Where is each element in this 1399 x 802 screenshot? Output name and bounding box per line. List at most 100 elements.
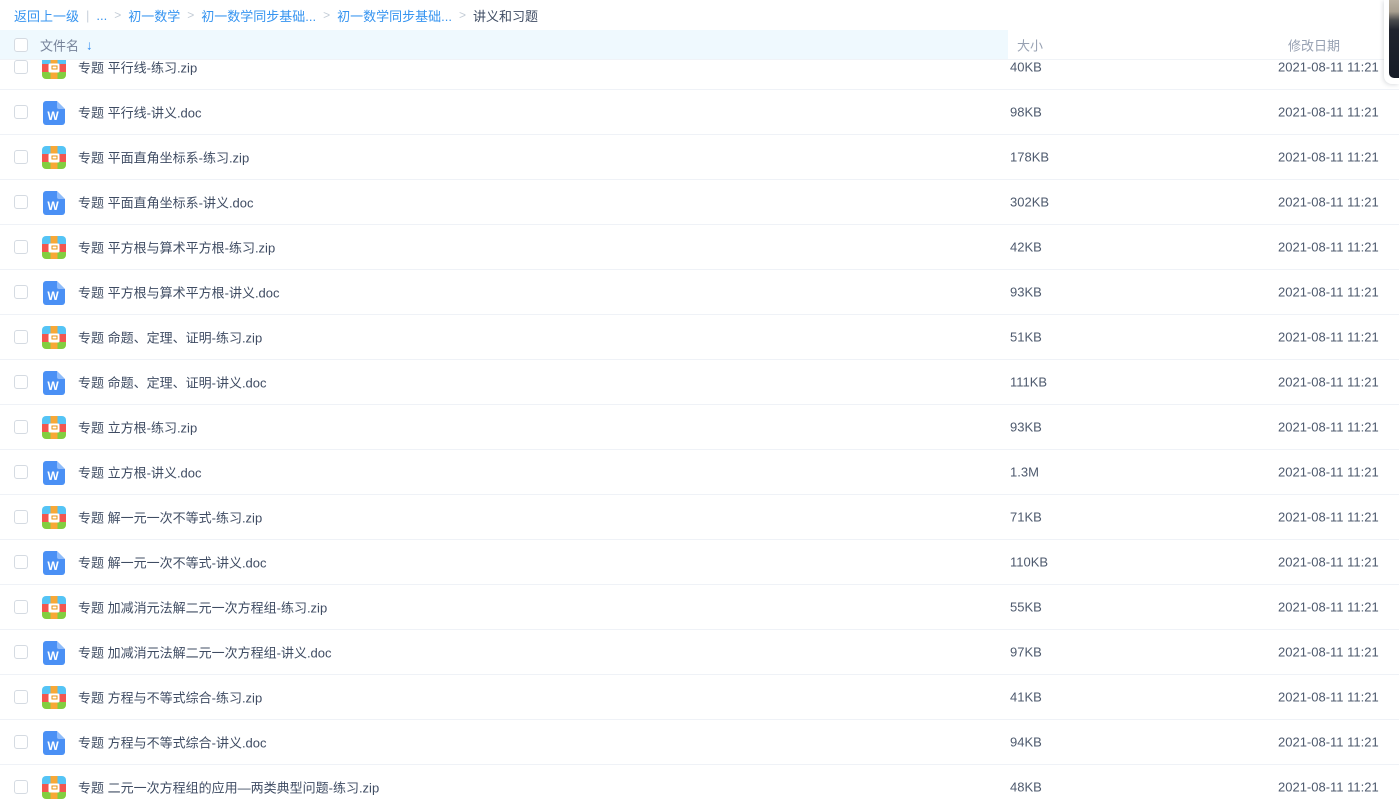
row-checkbox[interactable] xyxy=(14,105,28,119)
breadcrumb-link[interactable]: 初一数学 xyxy=(128,6,180,25)
column-header-size[interactable]: 大小 xyxy=(1017,35,1043,54)
file-list: 专题 平行线-练习.zip40KB2021-08-11 11:21W专题 平行线… xyxy=(0,45,1399,802)
row-checkbox[interactable] xyxy=(14,690,28,704)
file-date: 2021-08-11 11:21 xyxy=(1278,780,1379,795)
file-name[interactable]: 专题 平方根与算术平方根-练习.zip xyxy=(78,238,275,257)
row-checkbox[interactable] xyxy=(14,375,28,389)
row-checkbox[interactable] xyxy=(14,600,28,614)
file-name[interactable]: 专题 二元一次方程组的应用—两类典型问题-练习.zip xyxy=(78,778,379,797)
row-checkbox[interactable] xyxy=(14,420,28,434)
file-name[interactable]: 专题 加减消元法解二元一次方程组-讲义.doc xyxy=(78,643,332,662)
file-row[interactable]: W 专题 立方根-讲义.doc 1.3M 2021-08-11 11:21 xyxy=(0,450,1399,495)
doc-letter: W xyxy=(43,740,63,752)
row-checkbox[interactable] xyxy=(14,240,28,254)
breadcrumb-link[interactable]: 初一数学同步基础... xyxy=(201,6,316,25)
file-size: 93KB xyxy=(1010,420,1042,435)
file-name[interactable]: 专题 平行线-讲义.doc xyxy=(78,103,202,122)
file-name[interactable]: 专题 立方根-讲义.doc xyxy=(78,463,202,482)
file-name[interactable]: 专题 方程与不等式综合-练习.zip xyxy=(78,688,262,707)
file-row[interactable]: W 专题 命题、定理、证明-讲义.doc 111KB 2021-08-11 11:21 xyxy=(0,360,1399,405)
file-row[interactable]: 专题 加减消元法解二元一次方程组-练习.zip55KB2021-08-11 11… xyxy=(0,585,1399,630)
row-checkbox[interactable] xyxy=(14,60,28,74)
thumbnail-image xyxy=(1389,0,1399,78)
file-name[interactable]: 专题 平面直角坐标系-练习.zip xyxy=(78,148,249,167)
row-checkbox[interactable] xyxy=(14,285,28,299)
row-checkbox[interactable] xyxy=(14,150,28,164)
file-table-header: 文件名 ↓ 大小 修改日期 xyxy=(0,30,1399,60)
back-to-parent-link[interactable]: 返回上一级 xyxy=(14,6,79,25)
breadcrumb: 返回上一级 | ...>初一数学>初一数学同步基础...>初一数学同步基础...… xyxy=(0,0,1399,30)
file-name[interactable]: 专题 平面直角坐标系-讲义.doc xyxy=(78,193,254,212)
row-checkbox[interactable] xyxy=(14,645,28,659)
file-row[interactable]: 专题 二元一次方程组的应用—两类典型问题-练习.zip48KB2021-08-1… xyxy=(0,765,1399,802)
breadcrumb-divider: | xyxy=(86,8,89,23)
column-header-filename[interactable]: 文件名 ↓ xyxy=(40,35,93,54)
row-checkbox[interactable] xyxy=(14,555,28,569)
word-document-icon: W xyxy=(42,461,65,485)
file-date: 2021-08-11 11:21 xyxy=(1278,555,1379,570)
file-date: 2021-08-11 11:21 xyxy=(1278,60,1379,75)
zip-archive-icon xyxy=(42,326,66,349)
zip-archive-icon xyxy=(42,236,66,259)
zip-archive-icon xyxy=(42,596,66,619)
file-row[interactable]: 专题 立方根-练习.zip93KB2021-08-11 11:21 xyxy=(0,405,1399,450)
zip-archive-icon xyxy=(42,146,66,169)
file-size: 110KB xyxy=(1010,555,1048,570)
zip-archive-icon xyxy=(42,686,66,709)
row-checkbox[interactable] xyxy=(14,735,28,749)
file-size: 94KB xyxy=(1010,735,1042,750)
breadcrumb-link[interactable]: 初一数学同步基础... xyxy=(337,6,452,25)
file-date: 2021-08-11 11:21 xyxy=(1278,510,1379,525)
column-header-date[interactable]: 修改日期 xyxy=(1288,35,1340,54)
word-document-icon: W xyxy=(42,281,65,305)
select-all-checkbox[interactable] xyxy=(14,38,28,52)
breadcrumb-separator-icon: > xyxy=(459,8,466,22)
file-name[interactable]: 专题 立方根-练习.zip xyxy=(78,418,197,437)
file-size: 55KB xyxy=(1010,600,1042,615)
row-checkbox[interactable] xyxy=(14,465,28,479)
doc-letter: W xyxy=(43,290,63,302)
sort-descending-icon[interactable]: ↓ xyxy=(86,37,93,52)
file-name[interactable]: 专题 命题、定理、证明-练习.zip xyxy=(78,328,262,347)
file-name[interactable]: 专题 平方根与算术平方根-讲义.doc xyxy=(78,283,280,302)
file-row[interactable]: 专题 平方根与算术平方根-练习.zip42KB2021-08-11 11:21 xyxy=(0,225,1399,270)
file-name[interactable]: 专题 解一元一次不等式-讲义.doc xyxy=(78,553,267,572)
file-row[interactable]: W专题 平行线-讲义.doc98KB2021-08-11 11:21 xyxy=(0,90,1399,135)
file-name[interactable]: 专题 平行线-练习.zip xyxy=(78,58,197,77)
file-date: 2021-08-11 11:21 xyxy=(1278,195,1379,210)
file-name[interactable]: 专题 加减消元法解二元一次方程组-练习.zip xyxy=(78,598,327,617)
file-date: 2021-08-11 11:21 xyxy=(1278,465,1379,480)
file-row[interactable]: W专题 解一元一次不等式-讲义.doc110KB2021-08-11 11:21 xyxy=(0,540,1399,585)
file-row[interactable]: W专题 加减消元法解二元一次方程组-讲义.doc97KB2021-08-11 1… xyxy=(0,630,1399,675)
row-checkbox[interactable] xyxy=(14,510,28,524)
row-checkbox[interactable] xyxy=(14,195,28,209)
file-row[interactable]: W专题 平方根与算术平方根-讲义.doc93KB2021-08-11 11:21 xyxy=(0,270,1399,315)
doc-letter: W xyxy=(43,200,63,212)
file-size: 111KB xyxy=(1010,375,1047,390)
file-size: 1.3M xyxy=(1010,465,1039,480)
file-row[interactable]: W专题 平面直角坐标系-讲义.doc302KB2021-08-11 11:21 xyxy=(0,180,1399,225)
breadcrumb-separator-icon: > xyxy=(187,8,194,22)
row-checkbox[interactable] xyxy=(14,330,28,344)
file-row[interactable]: 专题 命题、定理、证明-练习.zip51KB2021-08-11 11:21 xyxy=(0,315,1399,360)
word-document-icon: W xyxy=(42,641,65,665)
file-name[interactable]: 专题 方程与不等式综合-讲义.doc xyxy=(78,733,267,752)
breadcrumb-link[interactable]: ... xyxy=(96,8,107,23)
file-row[interactable]: W专题 方程与不等式综合-讲义.doc94KB2021-08-11 11:21 xyxy=(0,720,1399,765)
file-row[interactable]: 专题 平面直角坐标系-练习.zip178KB2021-08-11 11:21 xyxy=(0,135,1399,180)
file-date: 2021-08-11 11:21 xyxy=(1278,375,1379,390)
file-row[interactable]: 专题 解一元一次不等式-练习.zip71KB2021-08-11 11:21 xyxy=(0,495,1399,540)
word-document-icon: W xyxy=(42,371,65,395)
file-size: 98KB xyxy=(1010,105,1042,120)
file-row[interactable]: 专题 方程与不等式综合-练习.zip41KB2021-08-11 11:21 xyxy=(0,675,1399,720)
floating-thumbnail-widget[interactable] xyxy=(1384,0,1399,84)
row-checkbox[interactable] xyxy=(14,780,28,794)
file-date: 2021-08-11 11:21 xyxy=(1278,105,1379,120)
file-date: 2021-08-11 11:21 xyxy=(1278,150,1379,165)
file-size: 42KB xyxy=(1010,240,1042,255)
file-date: 2021-08-11 11:21 xyxy=(1278,330,1379,345)
doc-letter: W xyxy=(43,650,63,662)
file-size: 93KB xyxy=(1010,285,1042,300)
file-name[interactable]: 专题 解一元一次不等式-练习.zip xyxy=(78,508,262,527)
file-name[interactable]: 专题 命题、定理、证明-讲义.doc xyxy=(78,373,267,392)
